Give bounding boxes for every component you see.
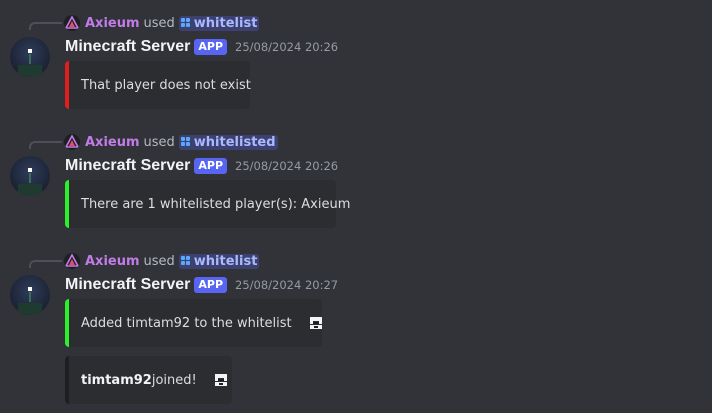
author-name[interactable]: Minecraft Server <box>65 38 190 56</box>
player-head-icon <box>308 315 324 331</box>
timestamp[interactable]: 25/08/2024 20:27 <box>235 278 338 292</box>
player-name: timtam92 <box>81 372 152 388</box>
axieum-avatar-icon <box>64 15 80 29</box>
server-avatar-icon <box>18 49 42 77</box>
app-badge: APP <box>194 39 228 55</box>
message-header: Minecraft Server APP 25/08/2024 20:27 <box>65 275 338 295</box>
reply-used-text: used <box>143 253 175 269</box>
reply-used-text: used <box>143 134 175 150</box>
embed-text: Added timtam92 to the whitelist <box>81 315 292 331</box>
reply-avatar <box>64 253 80 269</box>
embed-text: There are 1 whitelisted player(s): Axieu… <box>81 196 351 212</box>
author-name[interactable]: Minecraft Server <box>65 276 190 294</box>
reply-connector <box>29 141 62 149</box>
timestamp[interactable]: 25/08/2024 20:26 <box>235 159 338 173</box>
embed: timtam92 joined! <box>65 356 232 404</box>
message-header: Minecraft Server APP 25/08/2024 20:26 <box>65 156 338 176</box>
command-name: whitelist <box>193 15 258 31</box>
embed-text: joined! <box>151 372 197 388</box>
app-badge: APP <box>194 158 228 174</box>
reply-connector <box>29 260 62 268</box>
axieum-avatar-icon <box>64 134 80 148</box>
embed-color-bar <box>65 299 69 347</box>
reply-avatar <box>64 15 80 31</box>
player-head-icon <box>213 372 229 388</box>
embed: Added timtam92 to the whitelist <box>65 299 322 347</box>
command-mention[interactable]: whitelist <box>178 253 260 269</box>
server-avatar-icon <box>18 287 42 315</box>
reply-preview[interactable]: Axieum used whitelisted <box>64 133 278 151</box>
embed-color-bar <box>65 61 69 109</box>
reply-used-text: used <box>143 15 175 31</box>
slash-command-icon <box>180 137 191 147</box>
reply-preview[interactable]: Axieum used whitelist <box>64 14 260 32</box>
app-badge: APP <box>194 277 228 293</box>
reply-username[interactable]: Axieum <box>85 16 140 31</box>
embed-color-bar <box>65 356 69 404</box>
minecraft-server-avatar[interactable] <box>10 37 50 77</box>
command-name: whitelist <box>193 253 258 269</box>
command-mention[interactable]: whitelisted <box>178 134 278 150</box>
embed-text: That player does not exist <box>81 77 251 93</box>
command-name: whitelisted <box>193 134 276 150</box>
reply-preview[interactable]: Axieum used whitelist <box>64 252 260 270</box>
timestamp[interactable]: 25/08/2024 20:26 <box>235 40 338 54</box>
embed: That player does not exist <box>65 61 251 109</box>
minecraft-server-avatar[interactable] <box>10 275 50 315</box>
minecraft-server-avatar[interactable] <box>10 156 50 196</box>
reply-connector <box>29 22 62 30</box>
embed-color-bar <box>65 180 69 228</box>
axieum-avatar-icon <box>64 253 80 267</box>
reply-username[interactable]: Axieum <box>85 135 140 150</box>
author-name[interactable]: Minecraft Server <box>65 157 190 175</box>
reply-username[interactable]: Axieum <box>85 254 140 269</box>
server-avatar-icon <box>18 168 42 196</box>
embed: There are 1 whitelisted player(s): Axieu… <box>65 180 350 228</box>
slash-command-icon <box>180 256 191 266</box>
slash-command-icon <box>180 18 191 28</box>
command-mention[interactable]: whitelist <box>178 15 260 31</box>
reply-avatar <box>64 134 80 150</box>
message-header: Minecraft Server APP 25/08/2024 20:26 <box>65 37 338 57</box>
